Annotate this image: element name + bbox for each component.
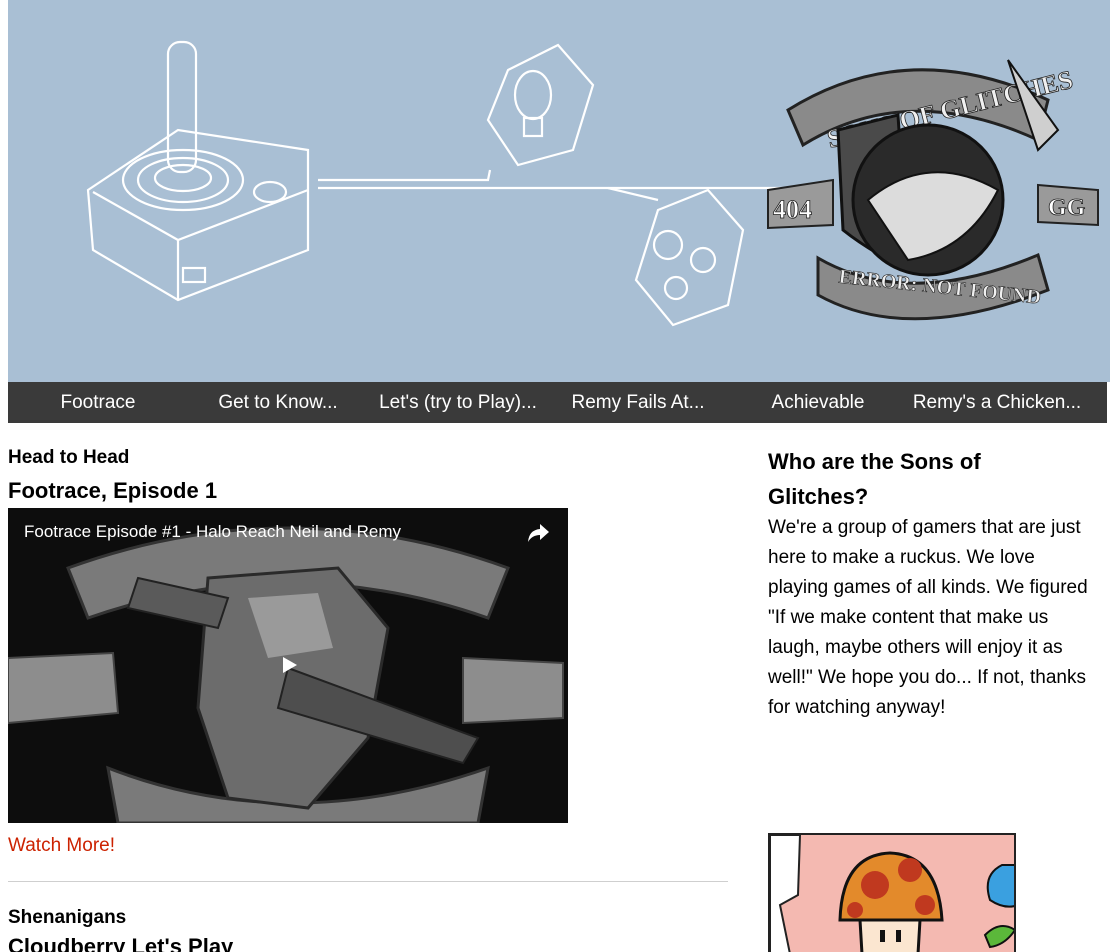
lightbulb-icon [486,43,595,167]
post-divider [8,881,728,882]
header-banner: SONS OF GLITCHES 404 GG ERROR: NOT FOUND [8,0,1110,382]
about-text: We're a group of gamers that are just he… [768,517,1088,718]
nav-item-remy-fails-at[interactable]: Remy Fails At... [548,382,728,423]
gears-icon [634,188,745,327]
banner-illustration: SONS OF GLITCHES 404 GG ERROR: NOT FOUND [86,40,1099,327]
share-icon[interactable] [526,522,550,544]
post-title[interactable]: Cloudberry Let's Play [8,934,233,952]
joystick-icon [86,40,310,302]
main-nav: Footrace Get to Know... Let's (try to Pl… [8,382,1107,423]
post-category: Shenanigans [8,907,127,928]
nav-item-achievable[interactable]: Achievable [728,382,908,423]
watch-more-link[interactable]: Watch More! [8,835,115,857]
video-title[interactable]: Footrace Episode #1 - Halo Reach Neil an… [24,522,401,542]
post-category: Head to Head [8,447,130,468]
nav-item-footrace[interactable]: Footrace [8,382,188,423]
mushroom-illustration [768,833,1016,952]
sons-of-glitches-logo: SONS OF GLITCHES 404 GG ERROR: NOT FOUND [767,59,1099,321]
play-icon[interactable] [270,650,308,680]
nav-item-get-to-know[interactable]: Get to Know... [188,382,368,423]
mushroom-icon [770,835,1014,952]
logo-left-text: 404 [773,195,812,224]
video-player[interactable]: Footrace Episode #1 - Halo Reach Neil an… [8,508,568,823]
nav-item-remys-a-chicken[interactable]: Remy's a Chicken... [907,382,1087,423]
nav-item-lets-try-to-play[interactable]: Let's (try to Play)... [368,382,548,423]
about-heading: Who are the Sons of Glitches? [768,449,981,509]
logo-right-text: GG [1048,195,1086,221]
post-title[interactable]: Footrace, Episode 1 [8,478,217,504]
